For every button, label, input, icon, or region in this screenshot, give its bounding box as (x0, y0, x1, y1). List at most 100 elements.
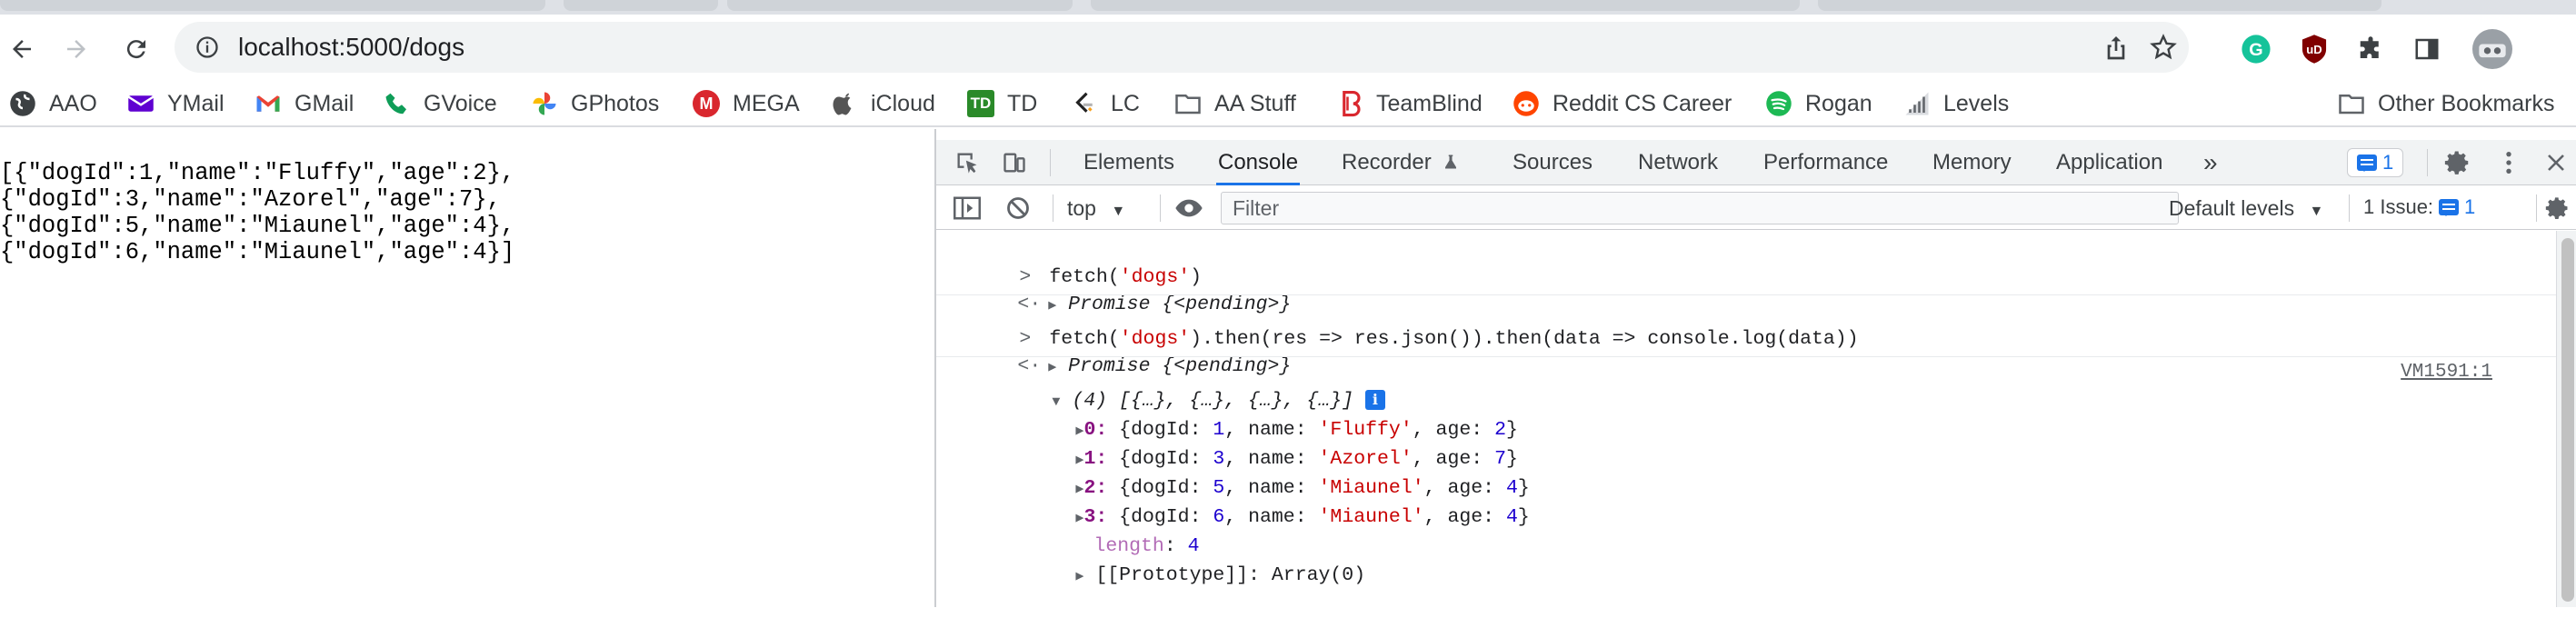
svg-text:uD: uD (2306, 43, 2321, 56)
side-panel-icon[interactable] (2409, 31, 2445, 67)
close-devtools-icon[interactable] (2541, 148, 2571, 177)
bookmark-label: GPhotos (571, 90, 660, 116)
console-result[interactable]: <· ▶ Promise {<pending>} (936, 264, 1291, 315)
toolbar-divider (1160, 194, 1161, 222)
console-result[interactable]: <· ▶ Promise {<pending>} (936, 325, 1291, 377)
address-bar[interactable]: localhost:5000/dogs (175, 22, 2189, 73)
page-content: [{"dogId":1,"name":"Fluffy","age":2}, {"… (0, 129, 934, 607)
share-icon[interactable] (2102, 33, 2131, 62)
toolbar-divider (2536, 194, 2537, 222)
browser-tab[interactable] (0, 0, 545, 11)
forward-arrow-icon (67, 40, 85, 58)
grammarly-extension-icon[interactable]: G (2238, 31, 2274, 67)
url-text[interactable]: localhost:5000/dogs (238, 33, 464, 62)
profile-avatar[interactable] (2471, 27, 2514, 71)
bookmark-label: MEGA (733, 90, 800, 116)
bookmark-reddit[interactable]: Reddit CS Career (1513, 87, 1732, 120)
bookmark-label: Levels (1943, 90, 2010, 116)
toolbar-divider (2427, 149, 2428, 176)
site-info-icon[interactable] (195, 35, 220, 60)
tab-recorder[interactable]: Recorder (1342, 140, 1459, 185)
bookmark-lc[interactable]: LC (1071, 87, 1140, 120)
clear-console-icon[interactable] (1003, 194, 1033, 223)
bookmark-label: TeamBlind (1376, 90, 1483, 116)
console-output: > fetch('dogs') <· ▶ Promise {<pending>} >… (936, 231, 2556, 607)
console-filter-input[interactable]: Filter (1221, 192, 2179, 224)
bookmark-icloud[interactable]: iCloud (831, 87, 935, 120)
back-button[interactable] (4, 31, 40, 67)
bookmark-gmail[interactable]: GMail (255, 87, 354, 120)
item-age: 4 (1505, 506, 1518, 528)
messages-badge[interactable]: 1 (2347, 148, 2404, 177)
bookmark-label: TD (1007, 90, 1038, 116)
console-log-array[interactable]: ▼ (4) [{…}, {…}, {…}, {…}] i (982, 360, 1385, 412)
array-item[interactable]: ▶3: {dogId: 6, name: 'Miaunel', age: 4} (1005, 476, 1529, 528)
expand-triangle-icon[interactable]: ▶ (1075, 569, 1083, 584)
tab-sources[interactable]: Sources (1513, 140, 1593, 185)
ublock-extension-icon[interactable]: uD (2296, 31, 2332, 67)
leetcode-icon (1075, 92, 1093, 113)
console-command[interactable]: > fetch('dogs') (936, 236, 1202, 288)
issues-button[interactable]: 1 Issue: 1 (2354, 193, 2485, 222)
other-bookmarks-folder[interactable]: Other Bookmarks (2338, 87, 2555, 120)
console-scrollbar[interactable] (2556, 231, 2576, 607)
reload-icon (126, 40, 145, 59)
tab-performance[interactable]: Performance (1763, 140, 1888, 185)
device-toolbar-icon[interactable] (1000, 148, 1029, 177)
sidebar-toggle-icon[interactable] (953, 194, 982, 223)
bookmark-gphotos[interactable]: GPhotos (531, 87, 659, 120)
phone-icon (385, 93, 406, 115)
issue-icon (2439, 199, 2460, 216)
tab-application[interactable]: Application (2056, 140, 2162, 185)
log-source-link[interactable]: VM1591:1 (2401, 362, 2492, 383)
log-levels-dropdown[interactable]: Default levels ▼ (2169, 186, 2323, 230)
settings-gear-icon[interactable] (2443, 148, 2472, 177)
reload-button[interactable] (118, 31, 155, 67)
tab-console[interactable]: Console (1216, 140, 1301, 185)
console-settings-gear-icon[interactable] (2543, 194, 2572, 223)
live-expression-eye-icon[interactable] (1174, 194, 1203, 223)
pinwheel-icon (533, 92, 556, 115)
browser-tab[interactable] (1091, 0, 1800, 11)
browser-tab[interactable] (727, 0, 1073, 11)
back-arrow-icon (13, 40, 31, 58)
extensions-puzzle-icon[interactable] (2352, 31, 2389, 67)
tab-network[interactable]: Network (1638, 140, 1718, 185)
bookmark-label: GMail (295, 90, 354, 116)
scrollbar-thumb[interactable] (2561, 238, 2574, 602)
context-selector[interactable]: top ▼ (1067, 186, 1125, 230)
inspect-element-icon[interactable] (953, 148, 982, 177)
bookmark-star-icon[interactable] (2149, 33, 2178, 62)
tab-memory[interactable]: Memory (1932, 140, 2012, 185)
bookmark-folder-aa-stuff[interactable]: AA Stuff (1174, 87, 1296, 120)
bookmark-rogan[interactable]: Rogan (1765, 87, 1872, 120)
bookmark-mega[interactable]: M MEGA (693, 87, 800, 120)
dropdown-arrow-icon: ▼ (1111, 204, 1126, 219)
kebab-menu-icon[interactable] (2494, 148, 2523, 177)
item-dogid: 6 (1213, 506, 1225, 528)
tab-elements[interactable]: Elements (1083, 140, 1174, 185)
console-toolbar: top ▼ Filter Default levels ▼ 1 Issue: 1 (936, 186, 2576, 230)
array-item[interactable]: ▶2: {dogId: 5, name: 'Miaunel', age: 4} (1005, 447, 1529, 499)
mega-icon: M (693, 90, 720, 117)
bookmark-levels[interactable]: Levels (1903, 87, 2009, 120)
bookmark-gvoice[interactable]: GVoice (384, 87, 497, 120)
forward-button[interactable] (58, 31, 95, 67)
bookmark-ymail[interactable]: YMail (127, 87, 225, 120)
bookmark-label: Reddit CS Career (1553, 90, 1732, 116)
bookmark-aao[interactable]: AAO (9, 87, 97, 120)
array-prototype[interactable]: ▶ [[Prototype]]: Array(0) (1005, 534, 1365, 586)
toolbar-divider (2349, 194, 2350, 222)
array-item[interactable]: ▶1: {dogId: 3, name: 'Azorel', age: 7} (1005, 418, 1517, 470)
context-value: top (1067, 196, 1096, 220)
more-tabs-button[interactable]: » (2203, 140, 2218, 185)
browser-tab[interactable] (1818, 0, 2381, 11)
bookmark-teamblind[interactable]: TeamBlind (1336, 87, 1483, 120)
array-length: length: 4 (1093, 535, 1200, 557)
toolbar-divider (1050, 149, 1051, 176)
console-command[interactable]: > fetch('dogs').then(res => res.json()).t… (936, 298, 1858, 350)
folder-icon (2339, 95, 2364, 115)
bookmark-td[interactable]: TD TD (967, 87, 1037, 120)
array-item[interactable]: ▶0: {dogId: 1, name: 'Fluffy', age: 2} (1005, 389, 1517, 441)
browser-tab[interactable] (564, 0, 718, 11)
